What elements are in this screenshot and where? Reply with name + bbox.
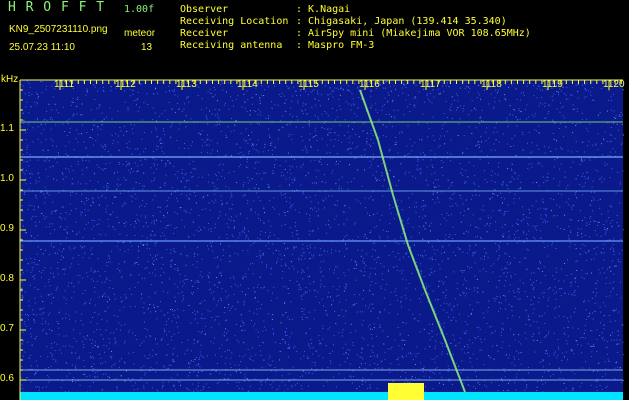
x-tick-label: 1120 bbox=[603, 79, 625, 90]
x-tick-label: 1113 bbox=[176, 79, 197, 90]
x-tick-label: 1115 bbox=[298, 79, 319, 90]
y-tick-label: 0.9 bbox=[0, 223, 14, 234]
x-tick-label: 1111 bbox=[54, 79, 75, 90]
x-tick-label: 1118 bbox=[481, 79, 502, 90]
x-tick-label: 1119 bbox=[542, 79, 563, 90]
spectrogram-background bbox=[20, 80, 623, 400]
x-tick-label: 1116 bbox=[359, 79, 380, 90]
y-tick-label: 0.6 bbox=[0, 373, 14, 384]
floor-peak bbox=[388, 383, 424, 400]
x-tick-label: 1117 bbox=[420, 79, 441, 90]
floor-band bbox=[20, 392, 623, 400]
y-unit-label: kHz bbox=[1, 74, 19, 85]
x-tick-label: 1112 bbox=[115, 79, 136, 90]
spectrogram bbox=[19, 79, 624, 400]
y-tick-label: 0.8 bbox=[0, 273, 14, 284]
y-tick-label: 1.0 bbox=[0, 173, 14, 184]
x-tick-label: 1114 bbox=[237, 79, 258, 90]
y-tick-label: 0.7 bbox=[0, 323, 14, 334]
y-tick-label: 1.1 bbox=[0, 123, 14, 134]
